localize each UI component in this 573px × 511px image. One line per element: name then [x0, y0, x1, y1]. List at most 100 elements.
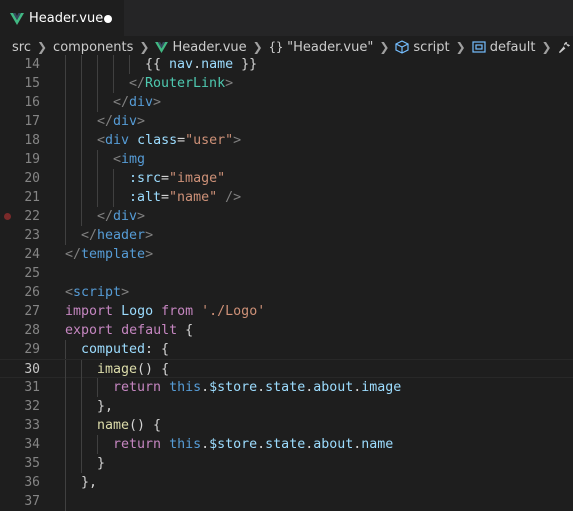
code-line[interactable]: 36},	[0, 473, 573, 492]
code-line[interactable]: 20:src="image"	[0, 169, 573, 188]
code-token: import	[65, 304, 114, 319]
indent-guide	[65, 492, 66, 511]
code-token: >	[225, 76, 234, 91]
code-token: class	[137, 133, 178, 148]
code-token: <	[65, 285, 74, 300]
code-token: img	[121, 152, 146, 167]
indent-guide	[81, 188, 82, 207]
indent-guide	[65, 74, 66, 93]
code-token: RouterLink	[145, 76, 226, 91]
code-line[interactable]: 27 import Logo from './Logo'	[0, 302, 573, 321]
line-number: 29	[24, 342, 40, 357]
code-token: div	[105, 133, 130, 148]
breadcrumb-item[interactable]: src	[12, 40, 31, 55]
code-line[interactable]: 14 {{ nav.name }}	[0, 55, 573, 74]
indent-guide	[65, 55, 66, 74]
code-line[interactable]: 21:alt="name" />	[0, 188, 573, 207]
code-token: div	[129, 95, 154, 110]
code-line[interactable]: 18 <div class="user">	[0, 131, 573, 150]
line-number: 25	[24, 266, 40, 281]
breadcrumb-item[interactable]: script	[395, 40, 450, 55]
code-line[interactable]: 17 </div>	[0, 112, 573, 131]
code-token: default	[121, 323, 178, 338]
code-line[interactable]: 31 return this.$store.state.about.image	[0, 378, 573, 397]
code-token: nav	[169, 57, 194, 72]
indent-guide	[65, 131, 66, 150]
code-line[interactable]: 30 image() {	[0, 359, 573, 379]
brackets-icon	[472, 41, 486, 53]
code-line[interactable]: 32},	[0, 397, 573, 416]
code-line[interactable]: 37	[0, 492, 573, 511]
code-line[interactable]: 22 </div>	[0, 207, 573, 226]
code-line[interactable]: 16 </div>	[0, 93, 573, 112]
code-text: computed: {	[81, 340, 169, 359]
code-text: </RouterLink>	[129, 74, 233, 93]
code-line[interactable]: 26 <script>	[0, 283, 573, 302]
indent-guide	[81, 416, 82, 435]
indent-guide	[81, 55, 82, 74]
code-token: =	[161, 171, 170, 186]
code-token: </	[113, 95, 130, 110]
code-text: :alt="name" />	[129, 188, 241, 207]
code-token: }}	[233, 57, 258, 72]
indent-guide	[97, 55, 98, 74]
code-line[interactable]: 23 </header>	[0, 226, 573, 245]
code-text: </div>	[113, 93, 161, 112]
indent-guide	[81, 150, 82, 169]
indent-guide	[97, 150, 98, 169]
code-line[interactable]: 28 export default {	[0, 321, 573, 340]
breadcrumb-item[interactable]: components	[53, 40, 133, 55]
breakpoint-icon[interactable]	[4, 213, 11, 220]
code-token: './Logo'	[201, 304, 266, 319]
breadcrumb-item[interactable]: {} "Header.vue"	[269, 40, 374, 55]
code-token: .	[193, 57, 202, 72]
code-token: : {	[145, 342, 170, 357]
indent-guide	[65, 435, 66, 454]
code-token: },	[81, 475, 98, 490]
code-token: computed	[81, 342, 146, 357]
code-line[interactable]: 29 computed: {	[0, 340, 573, 359]
chevron-right-icon: ❯	[541, 40, 552, 54]
indent-guide	[81, 397, 82, 416]
indent-guide	[81, 454, 82, 473]
code-line[interactable]: 15 </RouterLink>	[0, 74, 573, 93]
indent-guide	[65, 340, 66, 359]
unsaved-dot-icon[interactable]	[104, 15, 112, 23]
tab-header-vue[interactable]: Header.vue	[0, 0, 124, 36]
breadcrumb-item[interactable]: computed	[558, 40, 573, 55]
indent-guide	[81, 112, 82, 131]
code-token: name	[361, 437, 394, 452]
code-text: name() {	[97, 416, 161, 435]
code-token: =	[161, 190, 170, 205]
code-editor[interactable]: 14{{ nav.name }} 15 </RouterLink> 16 </div> 1…	[0, 55, 573, 511]
code-line[interactable]: 25	[0, 264, 573, 283]
breadcrumb-item[interactable]: Header.vue	[155, 40, 247, 55]
line-number: 14	[24, 57, 40, 72]
code-line[interactable]: 19 <img	[0, 150, 573, 169]
breadcrumb-label: components	[53, 39, 134, 55]
code-line[interactable]: 24 </template>	[0, 245, 573, 264]
indent-guide	[97, 93, 98, 112]
code-line[interactable]: 33 name() {	[0, 416, 573, 435]
indent-guide	[65, 188, 66, 207]
code-token: :alt	[129, 190, 162, 205]
code-line[interactable]: 35}	[0, 454, 573, 473]
code-text: </div>	[97, 112, 145, 131]
code-token: </	[97, 209, 114, 224]
indent-guide	[65, 150, 66, 169]
chevron-right-icon: ❯	[36, 40, 48, 54]
code-line[interactable]: 34 return this.$store.state.about.name	[0, 435, 573, 454]
code-token: >	[145, 228, 154, 243]
code-token: .	[201, 437, 210, 452]
line-number: 16	[24, 95, 40, 110]
code-token: Logo	[121, 304, 154, 319]
code-token: state	[265, 437, 306, 452]
code-token: $store	[209, 380, 258, 395]
breadcrumb-item[interactable]: default	[472, 40, 535, 55]
code-token: }	[97, 456, 106, 471]
code-token: div	[113, 209, 138, 224]
